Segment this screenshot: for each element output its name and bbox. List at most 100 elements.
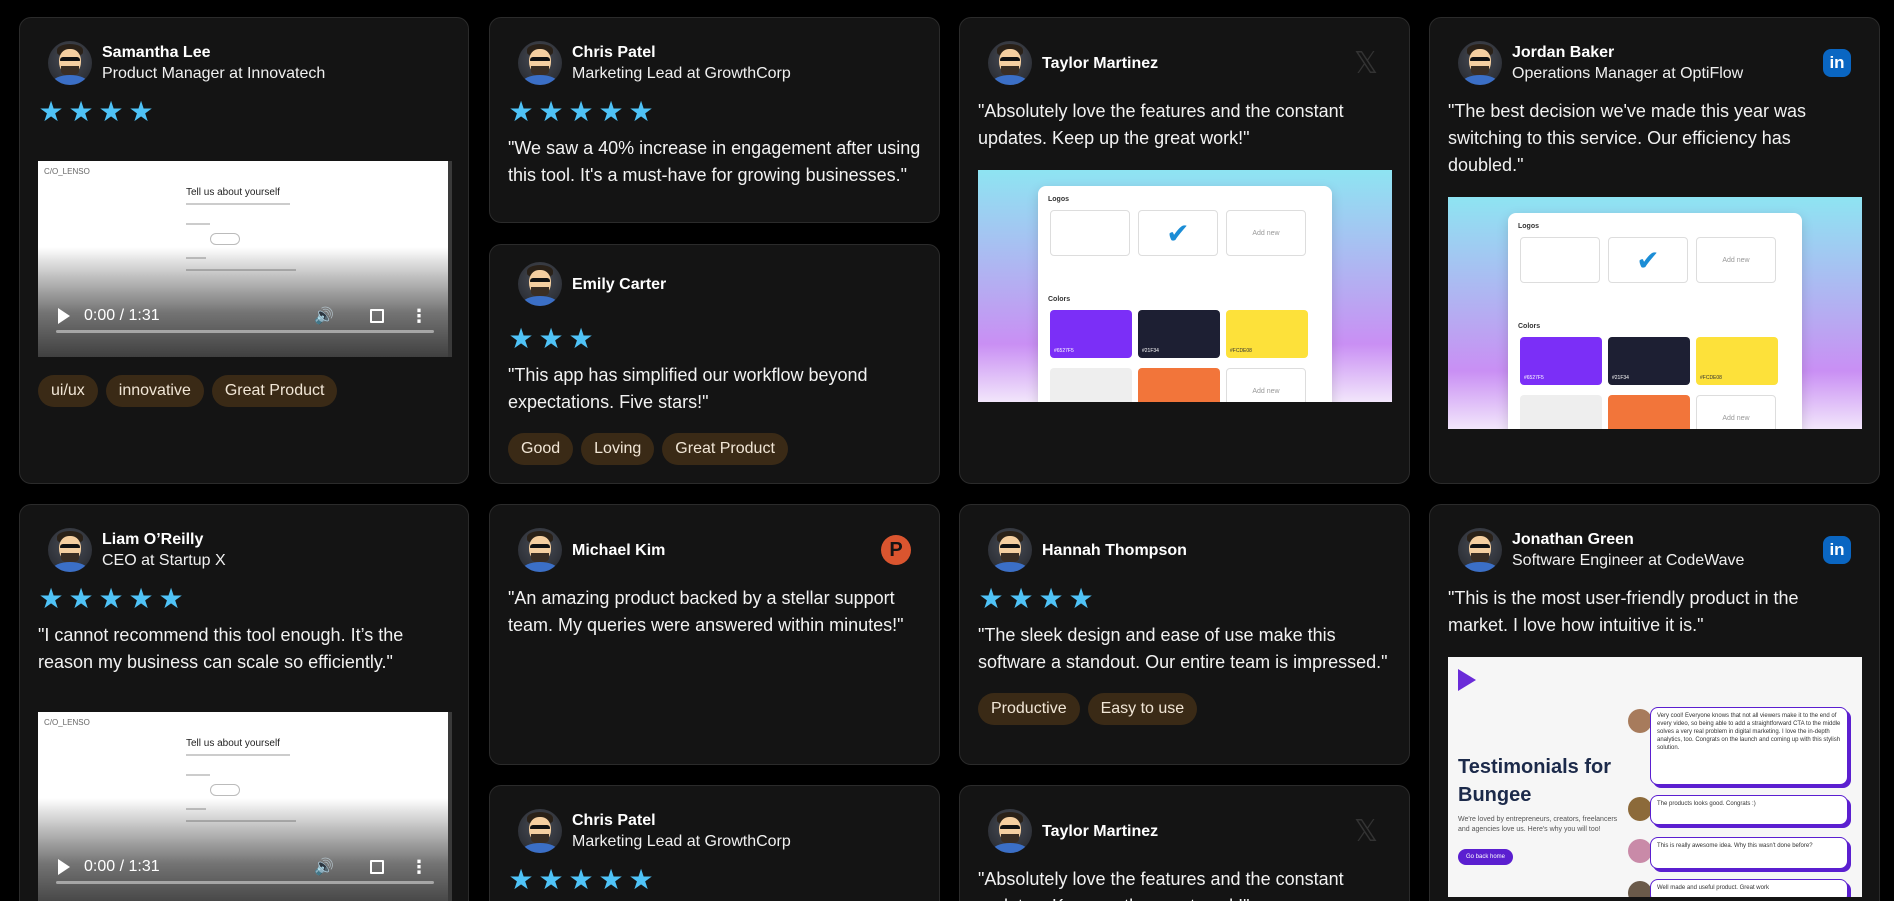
linkedin-icon[interactable]: in [1823,49,1851,77]
color-swatch: #F2F31 [1608,395,1690,429]
card-header: Liam O’Reilly CEO at Startup X [48,523,440,577]
star-icon: ★ [538,96,564,127]
logos-label: Logos [1048,196,1069,203]
star-icon: ★ [628,864,654,895]
star-icon: ★ [98,583,124,614]
volume-icon[interactable]: 🔊 [314,857,334,877]
star-icon: ★ [628,96,654,127]
testimonial-quote: "We saw a 40% increase in engagement aft… [508,138,921,185]
testimonial-card-jonathan: Jonathan Green Software Engineer at Code… [1429,504,1880,901]
testimonial-card-michael: Michael Kim P "An amazing product backed… [489,504,940,765]
video-player[interactable]: C/O_LENSO Tell us about yourself 0:00 / … [38,161,452,357]
author-name: Taylor Martinez [1042,54,1159,72]
author-role: Product Manager at Innovatech [102,64,326,82]
star-icon: ★ [508,864,534,895]
testimonial-card-samantha: Samantha Lee Product Manager at Innovate… [19,17,469,484]
more-options-icon[interactable]: ⋮ [410,857,428,878]
logos-label: Logos [1518,223,1539,230]
color-swatch: #6527F5 [1520,337,1602,385]
logo-checkmark: ✔ [1520,237,1600,283]
colors-label: Colors [1518,323,1541,330]
star-rating: ★ ★ ★ ★ ★ [38,583,184,614]
card-header: Emily Carter [518,257,911,311]
video-progress-bar[interactable] [56,330,434,333]
color-swatch: #F6F6F5 [1050,368,1132,402]
star-rating: ★ ★ ★ ★ ★ [508,96,654,127]
testimonial-quote: "The sleek design and ease of use make t… [978,625,1388,672]
video-player[interactable]: C/O_LENSO Tell us about yourself 0:00 / … [38,712,452,901]
star-icon: ★ [1008,583,1034,614]
tag: Loving [581,433,655,465]
color-swatch: #FCDE08 [1226,310,1308,358]
avatar [988,41,1032,85]
avatar [1628,709,1652,733]
logo-checkmark: ✔ [1050,210,1130,256]
star-icon: ★ [508,96,534,127]
video-controls: 0:00 / 1:31 🔊 ⋮ [38,852,452,882]
color-swatch: #6527F5 [1050,310,1132,358]
color-swatch: #21F34 [1138,310,1220,358]
testimonial-card-emily: Emily Carter ★ ★ ★ "This app has simplif… [489,244,940,484]
author-name: Jordan Baker [1512,43,1615,61]
video-form-title: Tell us about yourself [186,187,280,198]
author-name: Hannah Thompson [1042,541,1187,559]
scrollbar [448,712,452,901]
testimonial-card-liam: Liam O’Reilly CEO at Startup X ★ ★ ★ ★ ★… [19,504,469,901]
color-swatch: #FCDE08 [1696,337,1778,385]
add-new-color: Add new [1696,395,1776,429]
go-back-home-button: Go back home [1458,849,1514,865]
tag: Good [508,433,574,465]
play-icon[interactable] [58,859,70,875]
avatar [1458,528,1502,572]
testimonial-card-jordan: Jordan Baker Operations Manager at OptiF… [1429,17,1880,484]
star-icon: ★ [128,96,154,127]
star-icon: ★ [128,583,154,614]
more-options-icon[interactable]: ⋮ [410,306,428,327]
linkedin-icon[interactable]: in [1823,536,1851,564]
card-header: Samantha Lee Product Manager at Innovate… [48,36,440,90]
avatar [518,41,562,85]
author-role: Software Engineer at CodeWave [1512,551,1745,569]
testimonial-quote: "An amazing product backed by a stellar … [508,588,904,635]
fullscreen-icon[interactable] [370,309,384,323]
play-icon[interactable] [58,308,70,324]
testimonial-quote: "Absolutely love the features and the co… [978,101,1344,148]
video-logo: C/O_LENSO [44,718,90,727]
testimonial-card-taylor: Taylor Martinez 𝕏 "Absolutely love the f… [959,17,1410,484]
attached-screenshot: Testimonials for Bungee We're loved by e… [1448,657,1862,897]
bungee-subtitle: We're loved by entrepreneurs, creators, … [1458,816,1618,833]
avatar [518,809,562,853]
testimonial-quote: "The best decision we've made this year … [1448,101,1806,175]
tag: ui/ux [38,375,98,407]
bungee-logo-icon [1458,669,1476,691]
avatar [48,41,92,85]
avatar [988,528,1032,572]
testimonial-quote: "I cannot recommend this tool enough. It… [38,625,404,672]
star-icon: ★ [98,96,124,127]
author-role: Marketing Lead at GrowthCorp [572,64,791,82]
testimonial-card-hannah: Hannah Thompson ★ ★ ★ ★ "The sleek desig… [959,504,1410,765]
card-header: Jonathan Green Software Engineer at Code… [1458,523,1851,577]
avatar [518,262,562,306]
tag-list: Productive Easy to use [978,693,1198,725]
author-name: Jonathan Green [1512,530,1634,548]
message-bubble: Very cool! Everyone knows that not all v… [1650,707,1848,785]
color-swatch: #21F34 [1608,337,1690,385]
x-icon[interactable]: 𝕏 [1351,46,1381,81]
author-role: Operations Manager at OptiFlow [1512,64,1744,82]
fullscreen-icon[interactable] [370,860,384,874]
author-name: Taylor Martinez [1042,822,1159,840]
x-icon[interactable]: 𝕏 [1351,814,1381,849]
star-icon: ★ [538,864,564,895]
star-icon: ★ [598,864,624,895]
star-icon: ★ [508,323,534,354]
producthunt-icon[interactable]: P [881,535,911,565]
star-icon: ★ [1038,583,1064,614]
video-progress-bar[interactable] [56,881,434,884]
star-icon: ★ [158,583,184,614]
video-logo: C/O_LENSO [44,167,90,176]
author-name: Samantha Lee [102,43,211,61]
star-icon: ★ [568,96,594,127]
message-bubble: Well made and useful product. Great work [1650,879,1848,897]
volume-icon[interactable]: 🔊 [314,306,334,326]
